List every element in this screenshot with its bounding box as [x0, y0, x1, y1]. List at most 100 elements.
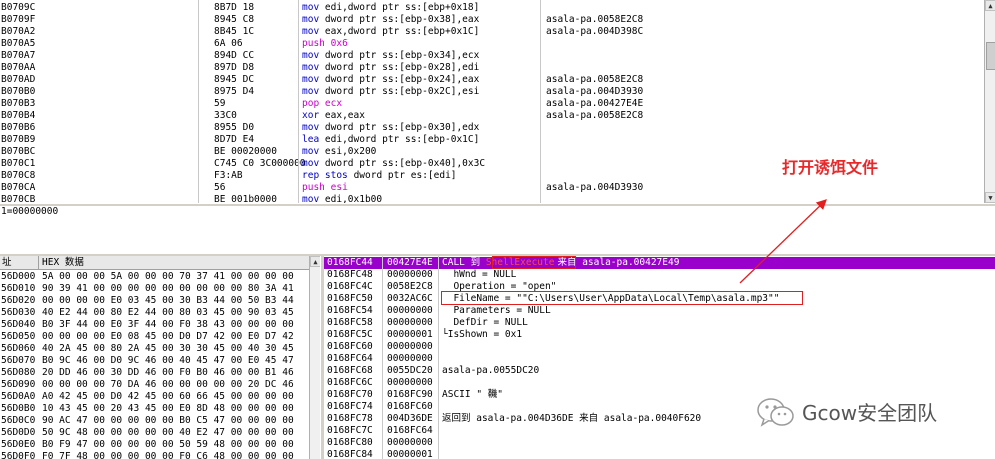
disasm-row[interactable]: B070A7 894D CC mov dword ptr ss:[ebp-0x34],… — [0, 50, 984, 62]
stack-row[interactable]: 0168FC80 00000000 — [324, 437, 995, 449]
stack-row[interactable]: 0168FC68 0055DC20 asala-pa.0055DC20 — [324, 365, 995, 377]
hex-row[interactable]: 56D020 00 00 00 00 E0 03 45 00 30 B3 44 0… — [0, 295, 309, 307]
hex-bytes: 00 00 00 00 E0 08 45 00 D0 D7 42 00 E0 D… — [42, 331, 294, 342]
disasm-bytes: 8945 DC — [214, 74, 255, 85]
disasm-row[interactable]: B070B3 59 pop ecx asala-pa.00427E4E — [0, 98, 984, 110]
stack-address: 0168FC7C — [327, 425, 373, 436]
disasm-bytes: 8B45 1C — [214, 26, 255, 37]
hex-row[interactable]: 56D030 40 E2 44 00 80 E2 44 00 80 03 45 0… — [0, 307, 309, 319]
stack-row[interactable]: 0168FC64 00000000 — [324, 353, 995, 365]
disasm-address: B070CB — [1, 194, 36, 203]
stack-address: 0168FC70 — [327, 389, 373, 400]
stack-row[interactable]: 0168FC6C 00000000 — [324, 377, 995, 389]
disasm-row[interactable]: B070B6 8955 D0 mov dword ptr ss:[ebp-0x30],… — [0, 122, 984, 134]
hex-row[interactable]: 56D0A0 A0 42 45 00 D0 42 45 00 60 66 45 0… — [0, 391, 309, 403]
disasm-bytes: C745 C0 3C000000 — [214, 158, 306, 169]
hex-bytes: 5A 00 00 00 5A 00 00 00 70 37 41 00 00 0… — [42, 271, 294, 282]
hex-row[interactable]: 56D0C0 90 AC 47 00 00 00 00 00 B0 C5 47 0… — [0, 415, 309, 427]
scroll-thumb[interactable] — [986, 42, 995, 70]
stack-address: 0168FC84 — [327, 449, 373, 459]
stack-value: 00000001 — [387, 449, 433, 459]
disasm-bytes: 8955 D0 — [214, 122, 255, 133]
hex-row[interactable]: 56D0E0 B0 F9 47 00 00 00 00 00 50 59 48 0… — [0, 439, 309, 451]
disasm-row[interactable]: B070B0 8975 D4 mov dword ptr ss:[ebp-0x2C],… — [0, 86, 984, 98]
stack-row[interactable]: 0168FC60 00000000 — [324, 341, 995, 353]
hex-header-data[interactable]: HEX 数据 — [42, 256, 84, 269]
hex-row[interactable]: 56D060 40 2A 45 00 80 2A 45 00 30 30 45 0… — [0, 343, 309, 355]
stack-address: 0168FC5C — [327, 329, 373, 340]
stack-comment: └IsShown = 0x1 — [442, 329, 523, 340]
stack-value: 004D36DE — [387, 413, 433, 424]
disasm-column-divider — [298, 0, 299, 203]
disasm-row[interactable]: B070A2 8B45 1C mov eax,dword ptr ss:[ebp+0x… — [0, 26, 984, 38]
disasm-row[interactable]: B070A5 6A 06 push 0x6 — [0, 38, 984, 50]
disasm-operands: dword ptr ss:[ebp-0x24],eax — [324, 74, 480, 85]
disasm-scrollbar[interactable]: ▲ ▼ — [984, 0, 995, 203]
scroll-down-arrow-icon[interactable]: ▼ — [985, 192, 995, 203]
stack-value: 00000000 — [387, 317, 433, 328]
disasm-operands: 0x6 — [330, 38, 348, 49]
stack-value: 0058E2C8 — [387, 281, 433, 292]
hex-address: 56D040 — [1, 319, 36, 330]
hex-address: 56D020 — [1, 295, 36, 306]
stack-row[interactable]: 0168FC54 00000000 Parameters = NULL — [324, 305, 995, 317]
hex-row[interactable]: 56D070 B0 9C 46 00 D0 9C 46 00 40 45 47 0… — [0, 355, 309, 367]
scroll-up-arrow-icon[interactable]: ▲ — [985, 0, 995, 11]
disasm-row[interactable]: B070B4 33C0 xor eax,eax asala-pa.0058E2C8 — [0, 110, 984, 122]
hex-row[interactable]: 56D0F0 F0 7F 48 00 00 00 00 00 F0 C6 48 0… — [0, 451, 309, 459]
stack-value: 0168FC90 — [387, 389, 433, 400]
hex-row[interactable]: 56D010 90 39 41 00 00 00 00 00 00 00 00 0… — [0, 283, 309, 295]
hex-bytes: 10 43 45 00 20 43 45 00 E0 8D 48 00 00 0… — [42, 403, 294, 414]
disasm-row[interactable]: B070AD 8945 DC mov dword ptr ss:[ebp-0x24],… — [0, 74, 984, 86]
disasm-comment: asala-pa.004D398C — [546, 26, 644, 37]
hex-row[interactable]: 56D0D0 50 9C 48 00 00 00 00 00 40 E2 47 0… — [0, 427, 309, 439]
hex-address: 56D090 — [1, 379, 36, 390]
hex-bytes: B0 9C 46 00 D0 9C 46 00 40 45 47 00 E0 4… — [42, 355, 294, 366]
disasm-column-divider — [198, 0, 199, 203]
disasm-operands: edi,dword ptr ss:[ebp+0x18] — [324, 2, 480, 13]
disasm-address: B070B4 — [1, 110, 36, 121]
disasm-row[interactable]: B0709F 8945 C8 mov dword ptr ss:[ebp-0x38],… — [0, 14, 984, 26]
hex-row[interactable]: 56D000 5A 00 00 00 5A 00 00 00 70 37 41 0… — [0, 271, 309, 283]
shellexecute-label[interactable]: ShellExecute — [486, 257, 555, 268]
hex-dump-pane[interactable]: 址 HEX 数据 56D000 5A 00 00 00 5A 00 00 00 7… — [0, 256, 309, 459]
stack-row[interactable]: 0168FC48 00000000 hWnd = NULL — [324, 269, 995, 281]
disasm-operands: edi,dword ptr ss:[ebp-0x1C] — [324, 134, 480, 145]
stack-row[interactable]: 0168FC4C 0058E2C8 Operation = "open" — [324, 281, 995, 293]
disasm-operands: dword ptr ss:[ebp-0x40],0x3C — [324, 158, 486, 169]
hex-header-address[interactable]: 址 — [2, 256, 12, 269]
stack-row[interactable]: 0168FC58 00000000 DefDir = NULL — [324, 317, 995, 329]
hex-bytes: A0 42 45 00 D0 42 45 00 60 66 45 00 00 0… — [42, 391, 294, 402]
disasm-mnemonic: mov — [302, 86, 320, 97]
annotation-label: 打开诱饵文件 — [782, 158, 879, 177]
disasm-row[interactable]: B070CA 56 push esi asala-pa.004D3930 — [0, 182, 984, 194]
hex-header-divider — [38, 256, 39, 269]
hex-row[interactable]: 56D080 20 DD 46 00 30 DD 46 00 F0 B0 46 0… — [0, 367, 309, 379]
disasm-address: B070AA — [1, 62, 36, 73]
disasm-address: B0709F — [1, 14, 36, 25]
hex-address: 56D000 — [1, 271, 36, 282]
hex-row[interactable]: 56D0B0 10 43 45 00 20 43 45 00 E0 8D 48 0… — [0, 403, 309, 415]
disasm-operands: dword ptr ss:[ebp-0x28],edi — [324, 62, 480, 73]
stack-row[interactable]: 0168FC50 0032AC6C FileName = ""C:\Users\U… — [324, 293, 995, 305]
stack-row[interactable]: 0168FC44 00427E4E CALL 到 ShellExecute 来自 as… — [324, 257, 995, 269]
watermark-text: Gcow安全团队 — [802, 401, 938, 425]
disasm-row[interactable]: B070AA 897D D8 mov dword ptr ss:[ebp-0x28],… — [0, 62, 984, 74]
stack-value: 00000000 — [387, 437, 433, 448]
hex-bytes: B0 3F 44 00 E0 3F 44 00 F0 38 43 00 00 0… — [42, 319, 294, 330]
stack-address: 0168FC74 — [327, 401, 373, 412]
hex-row[interactable]: 56D040 B0 3F 44 00 E0 3F 44 00 F0 38 43 0… — [0, 319, 309, 331]
hex-address: 56D0C0 — [1, 415, 36, 426]
disasm-operands: dword ptr ss:[ebp-0x30],edx — [324, 122, 480, 133]
disasm-row[interactable]: B0709C 8B7D 18 mov edi,dword ptr ss:[ebp+0x… — [0, 2, 984, 14]
stack-row[interactable]: 0168FC84 00000001 — [324, 449, 995, 459]
hex-address: 56D0F0 — [1, 451, 36, 459]
disasm-row[interactable]: B070B9 8D7D E4 lea edi,dword ptr ss:[ebp-0x… — [0, 134, 984, 146]
stack-row[interactable]: 0168FC5C 00000001 └IsShown = 0x1 — [324, 329, 995, 341]
hex-row[interactable]: 56D090 00 00 00 00 70 DA 46 00 00 00 00 0… — [0, 379, 309, 391]
disasm-row[interactable]: B070CB BE 001b0000 mov edi,0x1b00 — [0, 194, 984, 203]
hex-bytes: 00 00 00 00 E0 03 45 00 30 B3 44 00 50 B… — [42, 295, 294, 306]
hex-address: 56D070 — [1, 355, 36, 366]
hex-row[interactable]: 56D050 00 00 00 00 E0 08 45 00 D0 D7 42 0… — [0, 331, 309, 343]
disasm-row[interactable]: B070BC BE 00020000 mov esi,0x200 — [0, 146, 984, 158]
